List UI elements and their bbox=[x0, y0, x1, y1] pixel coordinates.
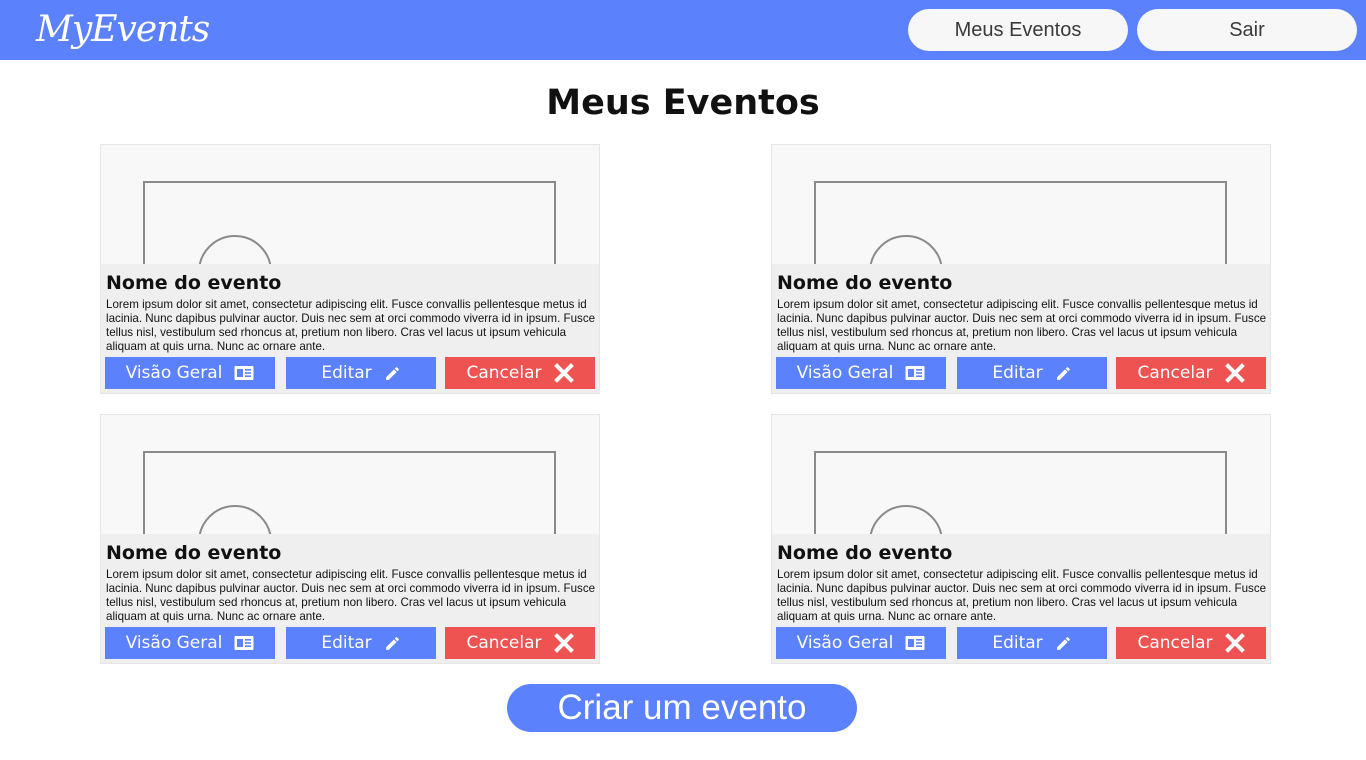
newspaper-icon bbox=[234, 365, 254, 381]
edit-button-label: Editar bbox=[321, 363, 372, 383]
edit-button[interactable]: Editar bbox=[286, 627, 436, 659]
image-placeholder-icon bbox=[772, 415, 1270, 534]
close-icon bbox=[553, 633, 574, 653]
event-description: Lorem ipsum dolor sit amet, consectetur … bbox=[106, 568, 596, 623]
overview-button[interactable]: Visão Geral bbox=[776, 627, 946, 659]
image-placeholder-icon bbox=[101, 415, 599, 534]
cancel-button[interactable]: Cancelar bbox=[445, 357, 595, 389]
pencil-icon bbox=[384, 635, 401, 652]
close-icon bbox=[553, 363, 574, 383]
cancel-button[interactable]: Cancelar bbox=[1116, 357, 1266, 389]
pencil-icon bbox=[1055, 365, 1072, 382]
event-card: Nome do evento Lorem ipsum dolor sit ame… bbox=[100, 144, 600, 394]
pencil-icon bbox=[1055, 635, 1072, 652]
newspaper-icon bbox=[905, 365, 925, 381]
overview-button[interactable]: Visão Geral bbox=[105, 627, 275, 659]
event-card: Nome do evento Lorem ipsum dolor sit ame… bbox=[100, 414, 600, 664]
overview-button-label: Visão Geral bbox=[796, 633, 894, 653]
event-description: Lorem ipsum dolor sit amet, consectetur … bbox=[777, 298, 1267, 353]
edit-button[interactable]: Editar bbox=[957, 627, 1107, 659]
newspaper-icon bbox=[905, 635, 925, 651]
page-title: Meus Eventos bbox=[546, 83, 820, 123]
cancel-button-label: Cancelar bbox=[1137, 363, 1213, 383]
newspaper-icon bbox=[234, 635, 254, 651]
event-card: Nome do evento Lorem ipsum dolor sit ame… bbox=[771, 414, 1271, 664]
image-placeholder-icon bbox=[101, 145, 599, 264]
event-card: Nome do evento Lorem ipsum dolor sit ame… bbox=[771, 144, 1271, 394]
cancel-button-label: Cancelar bbox=[466, 363, 542, 383]
event-name: Nome do evento bbox=[106, 272, 282, 294]
overview-button-label: Visão Geral bbox=[125, 633, 223, 653]
cancel-button-label: Cancelar bbox=[466, 633, 542, 653]
edit-button-label: Editar bbox=[321, 633, 372, 653]
overview-button-label: Visão Geral bbox=[125, 363, 223, 383]
edit-button[interactable]: Editar bbox=[957, 357, 1107, 389]
cancel-button[interactable]: Cancelar bbox=[1116, 627, 1266, 659]
event-description: Lorem ipsum dolor sit amet, consectetur … bbox=[106, 298, 596, 353]
logo[interactable]: MyEvents bbox=[36, 6, 210, 54]
close-icon bbox=[1224, 363, 1245, 383]
close-icon bbox=[1224, 633, 1245, 653]
cancel-button-label: Cancelar bbox=[1137, 633, 1213, 653]
edit-button[interactable]: Editar bbox=[286, 357, 436, 389]
event-name: Nome do evento bbox=[777, 272, 953, 294]
overview-button-label: Visão Geral bbox=[796, 363, 894, 383]
my-events-nav-button[interactable]: Meus Eventos bbox=[908, 9, 1128, 51]
edit-button-label: Editar bbox=[992, 363, 1043, 383]
event-name: Nome do evento bbox=[106, 542, 282, 564]
navbar: MyEvents Meus Eventos Sair bbox=[0, 0, 1366, 60]
overview-button[interactable]: Visão Geral bbox=[105, 357, 275, 389]
overview-button[interactable]: Visão Geral bbox=[776, 357, 946, 389]
create-event-button[interactable]: Criar um evento bbox=[507, 684, 857, 732]
event-name: Nome do evento bbox=[777, 542, 953, 564]
image-placeholder-icon bbox=[772, 145, 1270, 264]
cancel-button[interactable]: Cancelar bbox=[445, 627, 595, 659]
pencil-icon bbox=[384, 365, 401, 382]
edit-button-label: Editar bbox=[992, 633, 1043, 653]
logout-button[interactable]: Sair bbox=[1137, 9, 1357, 51]
event-description: Lorem ipsum dolor sit amet, consectetur … bbox=[777, 568, 1267, 623]
